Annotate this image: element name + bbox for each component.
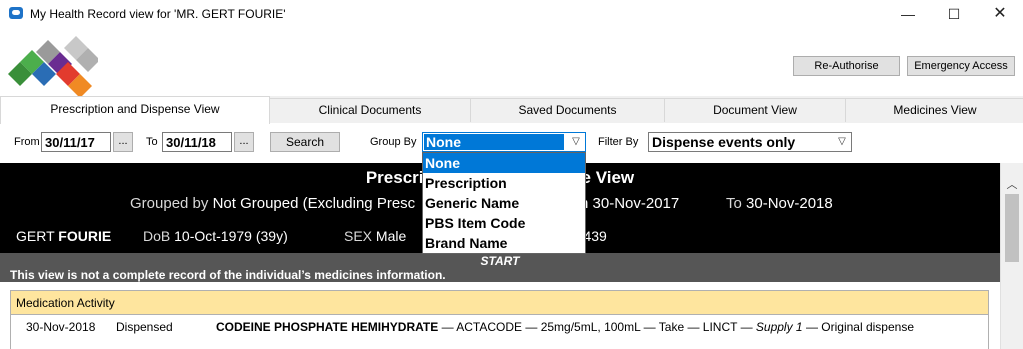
- to-date-picker-button[interactable]: ...: [234, 132, 254, 152]
- emergency-access-button[interactable]: Emergency Access: [907, 56, 1015, 76]
- maximize-button[interactable]: ☐: [931, 0, 977, 28]
- re-authorise-button[interactable]: Re-Authorise: [793, 56, 900, 76]
- option-brand-name[interactable]: Brand Name: [423, 233, 585, 253]
- disclaimer-text: This view is not a complete record of th…: [10, 268, 446, 282]
- start-label: START: [480, 254, 520, 268]
- patient-sex: SEX Male: [344, 228, 407, 244]
- medication-activity-header: Medication Activity: [11, 291, 988, 315]
- minimize-button[interactable]: —: [885, 0, 931, 28]
- row-description: CODEINE PHOSPHATE HEMIHYDRATE — ACTACODE…: [216, 320, 914, 334]
- drug-name: CODEINE PHOSPHATE HEMIHYDRATE: [216, 320, 439, 334]
- window-title: My Health Record view for 'MR. GERT FOUR…: [30, 7, 286, 21]
- filter-by-selected-value[interactable]: Dispense events only: [652, 134, 795, 150]
- mhr-logo-icon: [8, 36, 98, 96]
- option-pbs-item-code[interactable]: PBS Item Code: [423, 213, 585, 233]
- to-date-field[interactable]: 30/11/18: [162, 132, 232, 152]
- option-prescription[interactable]: Prescription: [423, 173, 585, 193]
- chevron-down-icon[interactable]: ▽: [568, 133, 584, 151]
- from-label: From: [14, 136, 40, 148]
- grouped-by-line: Grouped by Not Grouped (Excluding Presc: [130, 195, 416, 212]
- patient-dob: DoB 10-Oct-1979 (39y): [143, 228, 288, 244]
- close-button[interactable]: ✕: [977, 0, 1023, 28]
- from-date-field[interactable]: 30/11/17: [41, 132, 111, 152]
- to-date-text: To 30-Nov-2018: [726, 195, 833, 212]
- tab-document-view[interactable]: Document View: [664, 98, 846, 122]
- row-event: Dispensed: [116, 320, 173, 334]
- scroll-thumb[interactable]: [1005, 194, 1019, 262]
- search-button[interactable]: Search: [270, 132, 340, 152]
- chevron-down-icon[interactable]: ▽: [834, 133, 850, 151]
- group-by-label: Group By: [370, 136, 417, 148]
- tab-saved-documents[interactable]: Saved Documents: [470, 98, 665, 122]
- chevron-up-icon[interactable]: ︿: [1004, 176, 1020, 191]
- to-label: To: [146, 136, 158, 148]
- tab-medicines-view[interactable]: Medicines View: [845, 98, 1023, 122]
- from-date-text: n 30-Nov-2017: [580, 195, 680, 212]
- filter-by-label: Filter By: [598, 136, 639, 148]
- tab-clinical-documents[interactable]: Clinical Documents: [269, 98, 471, 122]
- row-date: 30-Nov-2018: [26, 320, 96, 334]
- from-date-picker-button[interactable]: ...: [113, 132, 133, 152]
- health-record-icon: [9, 7, 23, 19]
- group-by-selected-value[interactable]: None: [424, 134, 564, 150]
- tab-prescription-dispense-view[interactable]: Prescription and Dispense View: [0, 96, 270, 124]
- option-generic-name[interactable]: Generic Name: [423, 193, 585, 213]
- option-none[interactable]: None: [423, 153, 585, 173]
- patient-name: GERT FOURIE: [16, 228, 112, 244]
